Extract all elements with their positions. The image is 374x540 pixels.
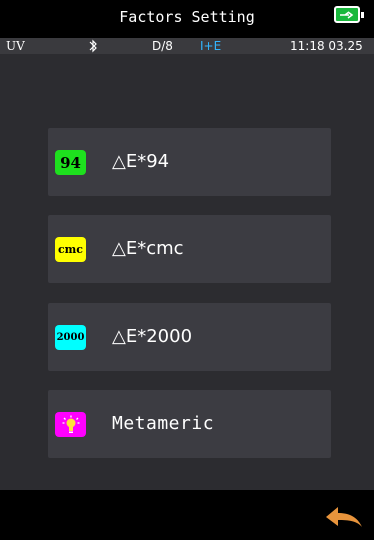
bluetooth-icon <box>88 38 98 54</box>
factor-94-icon: 94 <box>55 150 86 175</box>
menu-item-delta-e-2000[interactable]: 2000 △E*2000 <box>48 303 331 371</box>
factor-cmc-icon: cmc <box>55 237 86 262</box>
content-area: 94 △E*94 cmc △E*cmc 2000 △E*2000 Metamer… <box>0 54 374 490</box>
geometry-indicator: D/8 <box>152 39 173 53</box>
back-button[interactable] <box>324 505 364 531</box>
menu-item-label: △E*94 <box>112 151 170 172</box>
battery-charging-icon <box>334 6 364 23</box>
menu-item-metameric[interactable]: Metameric <box>48 390 331 458</box>
factor-2000-icon-text: 2000 <box>56 332 85 343</box>
factor-94-icon-text: 94 <box>60 153 81 172</box>
page-title: Factors Setting <box>119 8 255 26</box>
menu-item-delta-e-94[interactable]: 94 △E*94 <box>48 128 331 196</box>
bottom-bar <box>0 490 374 540</box>
mode-indicator: I+E <box>200 39 222 53</box>
factor-2000-icon: 2000 <box>55 325 86 350</box>
menu-item-label: △E*cmc <box>112 238 184 259</box>
menu-item-label: Metameric <box>112 413 215 434</box>
menu-item-label: △E*2000 <box>112 326 193 347</box>
app-screen: Factors Setting UV D/8 I+E 11:18 03.25 9… <box>0 0 374 540</box>
title-bar: Factors Setting <box>0 0 374 38</box>
clock: 11:18 03.25 <box>290 39 363 53</box>
menu-item-delta-e-cmc[interactable]: cmc △E*cmc <box>48 215 331 283</box>
uv-indicator: UV <box>6 39 25 53</box>
lightbulb-icon <box>55 412 86 437</box>
back-arrow-icon <box>326 507 362 527</box>
factor-cmc-icon-text: cmc <box>57 243 84 256</box>
status-bar: UV D/8 I+E 11:18 03.25 <box>0 38 374 54</box>
